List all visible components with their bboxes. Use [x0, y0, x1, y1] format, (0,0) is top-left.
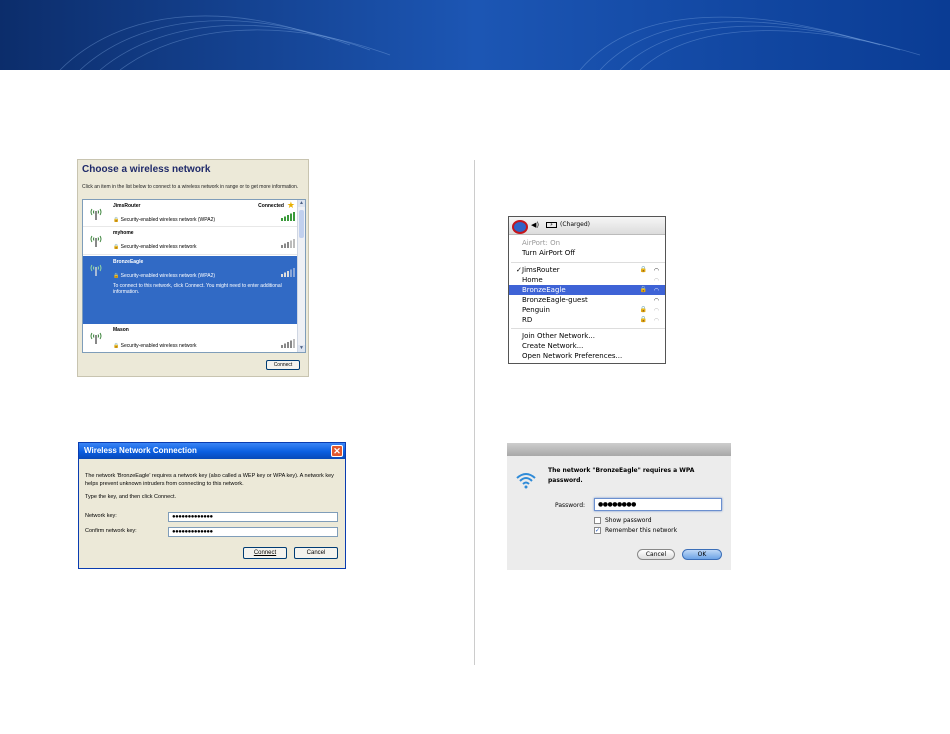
- dialog-titlebar: [507, 443, 731, 456]
- list-scrollbar[interactable]: ▲ ▼: [297, 200, 305, 352]
- xp-choose-network-window: Choose a wireless network Click an item …: [77, 159, 309, 377]
- window-title: Choose a wireless network: [82, 164, 211, 175]
- column-divider: [474, 160, 475, 665]
- speaker-icon[interactable]: ◀): [531, 221, 539, 229]
- network-name: Mason: [113, 327, 129, 333]
- confirm-key-field[interactable]: ●●●●●●●●●●●●●: [168, 527, 338, 537]
- lock-icon: 🔒: [639, 266, 647, 273]
- wireless-antenna-icon: [90, 235, 102, 247]
- scroll-thumb[interactable]: [299, 210, 304, 238]
- wireless-antenna-icon: [90, 264, 102, 276]
- lock-icon: 🔒: [639, 316, 647, 323]
- menu-bar: ◀) ⚡ (Charged): [509, 217, 665, 235]
- menu-network-jimsrouter[interactable]: ✓ JimsRouter 🔒 ◠: [509, 265, 665, 275]
- network-name: Penguin: [522, 306, 550, 314]
- lock-icon: 🔒: [639, 306, 647, 313]
- wireless-antenna-icon: [90, 208, 102, 220]
- connect-button[interactable]: Connect: [266, 360, 300, 370]
- show-password-checkbox[interactable]: [594, 517, 601, 524]
- remember-network-label: Remember this network: [605, 527, 678, 534]
- connect-button[interactable]: Connect: [243, 547, 287, 559]
- menu-network-rd[interactable]: RD 🔒 ◠: [509, 315, 665, 325]
- join-other-network-item[interactable]: Join Other Network...: [509, 331, 665, 341]
- airport-status: AirPort: On: [522, 239, 561, 247]
- dialog-instruction: Type the key, and then click Connect.: [85, 494, 177, 500]
- menu-network-bronzeeagle-guest[interactable]: BronzeEagle-guest ◠: [509, 295, 665, 305]
- lock-icon: 🔒: [639, 286, 647, 293]
- ok-button[interactable]: OK: [682, 549, 722, 560]
- network-item-bronzeeagle[interactable]: BronzeEagle 🔒 Security-enabled wireless …: [83, 256, 298, 324]
- network-key-field[interactable]: ●●●●●●●●●●●●●: [168, 512, 338, 522]
- lock-icon: 🔒: [113, 343, 120, 349]
- network-list: JimsRouter Connected ★ 🔒 Security-enable…: [82, 199, 306, 353]
- mac-airport-menu: ◀) ⚡ (Charged) AirPort: On Turn AirPort …: [508, 216, 666, 364]
- remember-network-checkbox[interactable]: ✓: [594, 527, 601, 534]
- network-key-label: Network key:: [85, 513, 117, 519]
- network-name: myhome: [113, 230, 134, 236]
- network-name: BronzeEagle: [113, 259, 144, 265]
- menu-network-home[interactable]: Home ◠: [509, 275, 665, 285]
- signal-strength-icon: [281, 212, 295, 221]
- network-security: Security-enabled wireless network (WPA2): [120, 273, 216, 279]
- menu-network-penguin[interactable]: Penguin 🔒 ◠: [509, 305, 665, 315]
- battery-status: (Charged): [560, 221, 591, 228]
- signal-strength-icon: [281, 339, 295, 348]
- star-icon: ★: [286, 200, 295, 210]
- cancel-button[interactable]: Cancel: [637, 549, 675, 560]
- cancel-button[interactable]: Cancel: [294, 547, 338, 559]
- network-security: Security-enabled wireless network: [120, 244, 197, 250]
- show-password-label: Show password: [605, 517, 652, 524]
- network-security: Security-enabled wireless network (WPA2): [120, 217, 216, 223]
- network-item-mason[interactable]: Mason 🔒 Security-enabled wireless networ…: [83, 324, 298, 352]
- network-name: Home: [522, 276, 543, 284]
- network-name: BronzeEagle-guest: [522, 296, 588, 304]
- open-network-preferences-item[interactable]: Open Network Preferences...: [509, 351, 665, 361]
- menu-network-bronzeeagle[interactable]: BronzeEagle 🔒 ◠: [509, 285, 665, 295]
- wifi-signal-icon: ◠: [653, 317, 659, 324]
- wifi-icon: [516, 473, 536, 489]
- confirm-key-label: Confirm network key:: [85, 528, 137, 534]
- mac-password-dialog: The network "BronzeEagle" requires a WPA…: [507, 443, 731, 570]
- network-name: JimsRouter: [113, 203, 141, 209]
- wifi-icon[interactable]: [512, 220, 528, 234]
- window-description: Click an item in the list below to conne…: [82, 184, 299, 190]
- lock-icon: 🔒: [113, 217, 120, 223]
- close-icon[interactable]: ✕: [331, 445, 343, 457]
- network-name: JimsRouter: [522, 266, 560, 274]
- checkmark-icon: ✓: [516, 266, 522, 274]
- create-network-item[interactable]: Create Network...: [509, 341, 665, 351]
- network-item-myhome[interactable]: myhome 🔒 Security-enabled wireless netwo…: [83, 227, 298, 255]
- network-security: Security-enabled wireless network: [120, 343, 197, 349]
- lock-icon: 🔒: [113, 273, 120, 279]
- scroll-up-icon[interactable]: ▲: [298, 200, 305, 207]
- connect-hint: To connect to this network, click Connec…: [113, 283, 282, 295]
- connected-status: Connected: [258, 203, 284, 209]
- turn-airport-off-item[interactable]: Turn AirPort Off: [509, 248, 665, 258]
- dialog-titlebar: Wireless Network Connection ✕: [79, 443, 345, 459]
- dialog-message: The network 'BronzeEagle' requires a net…: [85, 473, 334, 487]
- lock-icon: 🔒: [113, 244, 120, 250]
- battery-icon[interactable]: ⚡: [546, 222, 557, 228]
- network-name: RD: [522, 316, 533, 324]
- header-banner: [0, 0, 950, 70]
- wireless-antenna-icon: [90, 332, 102, 344]
- dialog-title: Wireless Network Connection: [84, 446, 197, 455]
- menu-separator: [511, 262, 665, 263]
- password-field[interactable]: ●●●●●●●●: [594, 498, 722, 511]
- xp-network-key-dialog: Wireless Network Connection ✕ The networ…: [78, 442, 346, 569]
- signal-strength-icon: [281, 268, 295, 277]
- network-item-jimsrouter[interactable]: JimsRouter Connected ★ 🔒 Security-enable…: [83, 200, 298, 227]
- password-label: Password:: [555, 502, 586, 509]
- dialog-message: The network "BronzeEagle" requires a WPA…: [548, 467, 695, 484]
- signal-strength-icon: [281, 239, 295, 248]
- network-name: BronzeEagle: [522, 286, 566, 294]
- scroll-down-icon[interactable]: ▼: [298, 345, 305, 352]
- menu-separator: [511, 328, 665, 329]
